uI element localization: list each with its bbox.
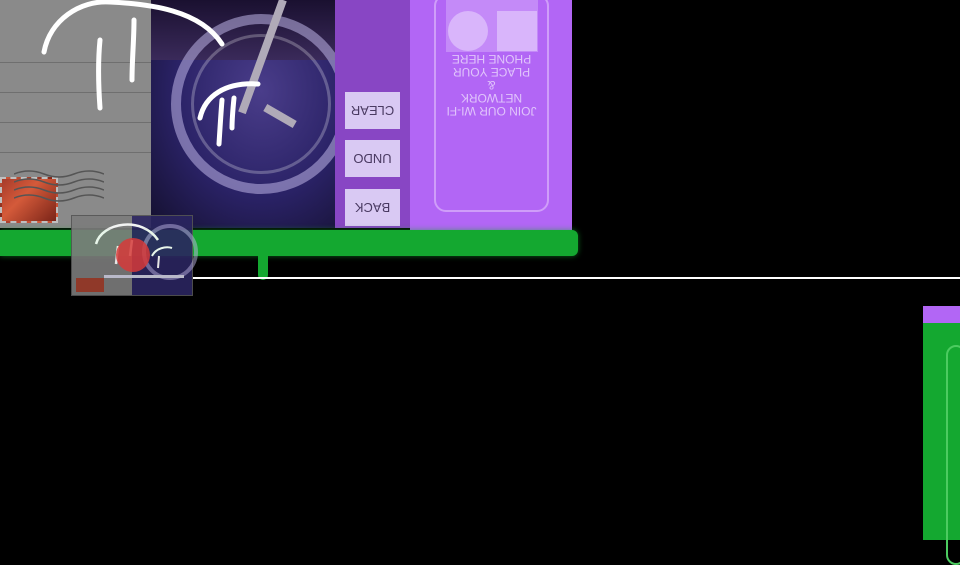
nfc-line: JOIN OUR WI-FI <box>446 104 537 118</box>
nfc-line: PLACE YOUR <box>452 65 531 79</box>
address-line <box>0 62 151 63</box>
address-line <box>0 92 151 93</box>
square-icon <box>497 11 537 51</box>
divider-line <box>193 277 960 279</box>
drag-handle-dot[interactable] <box>116 238 150 272</box>
thumbnail-progress-line <box>104 275 184 278</box>
nfc-line: & <box>487 78 496 92</box>
back-button[interactable]: BACK <box>345 189 400 226</box>
controls-column: CLEAR UNDO BACK <box>335 0 410 228</box>
nfc-line: PHONE HERE <box>451 52 532 66</box>
circle-icon <box>448 11 488 51</box>
clear-button[interactable]: CLEAR <box>345 92 400 129</box>
nfc-instructions: JOIN OUR WI-FI NETWORK & PLACE YOUR PHON… <box>434 52 549 118</box>
postmark-icon <box>14 170 104 202</box>
wifi-nfc-panel: JOIN OUR WI-FI NETWORK & PLACE YOUR PHON… <box>410 0 572 236</box>
postcard-canvas[interactable] <box>0 0 335 228</box>
bicycle-photo <box>151 0 335 228</box>
secondary-panel-card <box>946 345 960 565</box>
address-line <box>0 152 151 153</box>
secondary-panel-header <box>923 306 960 323</box>
nfc-line: NETWORK <box>460 91 523 105</box>
green-connector <box>258 252 268 280</box>
address-line <box>0 122 151 123</box>
undo-button[interactable]: UNDO <box>345 140 400 177</box>
